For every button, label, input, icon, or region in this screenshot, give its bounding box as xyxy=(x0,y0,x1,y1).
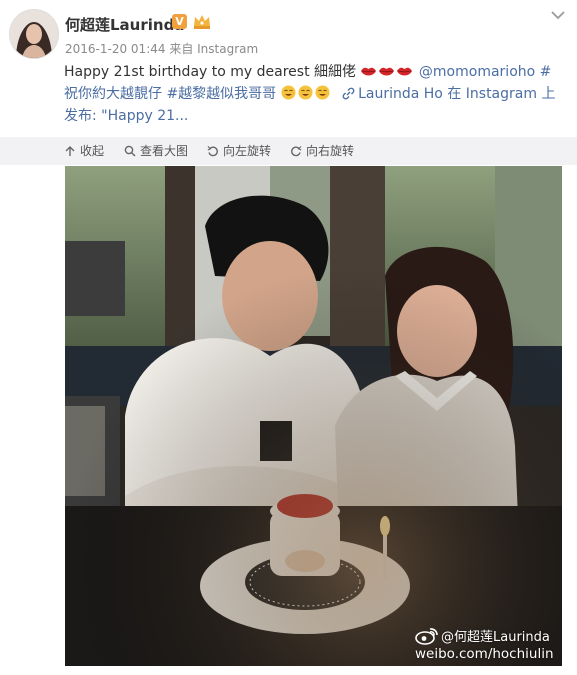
lips-emoji-icon xyxy=(379,67,395,76)
post-timestamp[interactable]: 2016-1-20 01:44 xyxy=(65,42,166,56)
image-toolbar: 收起 查看大图 向左旋转 向右旋转 xyxy=(0,137,577,165)
watermark-handle: @何超莲Laurinda xyxy=(441,630,550,645)
post-photo[interactable] xyxy=(65,166,562,666)
arrow-up-icon xyxy=(65,145,75,156)
mention-link[interactable]: @momomarioho xyxy=(419,64,535,80)
rotate-right-button[interactable]: 向右旋转 xyxy=(290,142,354,159)
author-name[interactable]: 何超莲Laurinda xyxy=(65,14,184,35)
rotate-right-icon xyxy=(291,145,302,156)
rotate-left-icon xyxy=(207,145,218,156)
view-large-label: 查看大图 xyxy=(140,144,189,158)
collapse-label: 收起 xyxy=(80,144,105,158)
vip-crown-icon xyxy=(194,15,210,29)
weibo-watermark: @何超莲Laurinda weibo.com/hochiulin xyxy=(415,626,575,662)
rotate-left-label: 向左旋转 xyxy=(223,144,272,158)
lips-emoji-icon xyxy=(361,67,377,76)
post-header: 何超莲Laurinda V 2016-1-20 01:44 来自 Instagr… xyxy=(0,0,577,62)
link-icon xyxy=(342,87,355,100)
view-large-button[interactable]: 查看大图 xyxy=(124,142,188,159)
watermark-url: weibo.com/hochiulin xyxy=(415,646,554,662)
grin-emoji-icon xyxy=(315,85,330,100)
verified-badge-icon: V xyxy=(172,14,187,29)
rotate-right-label: 向右旋转 xyxy=(306,144,355,158)
hashtag-link[interactable]: #越黎越似我哥哥 xyxy=(166,86,276,102)
post-source: 来自 Instagram xyxy=(169,42,259,56)
post-meta: 2016-1-20 01:44 来自 Instagram xyxy=(65,40,258,57)
search-icon xyxy=(124,145,136,157)
post-text: Happy 21st birthday to my dearest 細細佬 @m… xyxy=(64,61,564,127)
post-text-main: Happy 21st birthday to my dearest 細細佬 xyxy=(64,64,357,80)
lips-emoji-icon xyxy=(397,67,413,76)
chevron-down-icon[interactable] xyxy=(551,10,565,20)
avatar[interactable] xyxy=(9,9,59,59)
photo-image xyxy=(65,166,562,666)
avatar-image xyxy=(10,10,58,58)
collapse-button[interactable]: 收起 xyxy=(64,142,104,159)
grin-emoji-icon xyxy=(298,85,313,100)
rotate-left-button[interactable]: 向左旋转 xyxy=(207,142,271,159)
grin-emoji-icon xyxy=(281,85,296,100)
weibo-logo-icon xyxy=(415,627,438,645)
